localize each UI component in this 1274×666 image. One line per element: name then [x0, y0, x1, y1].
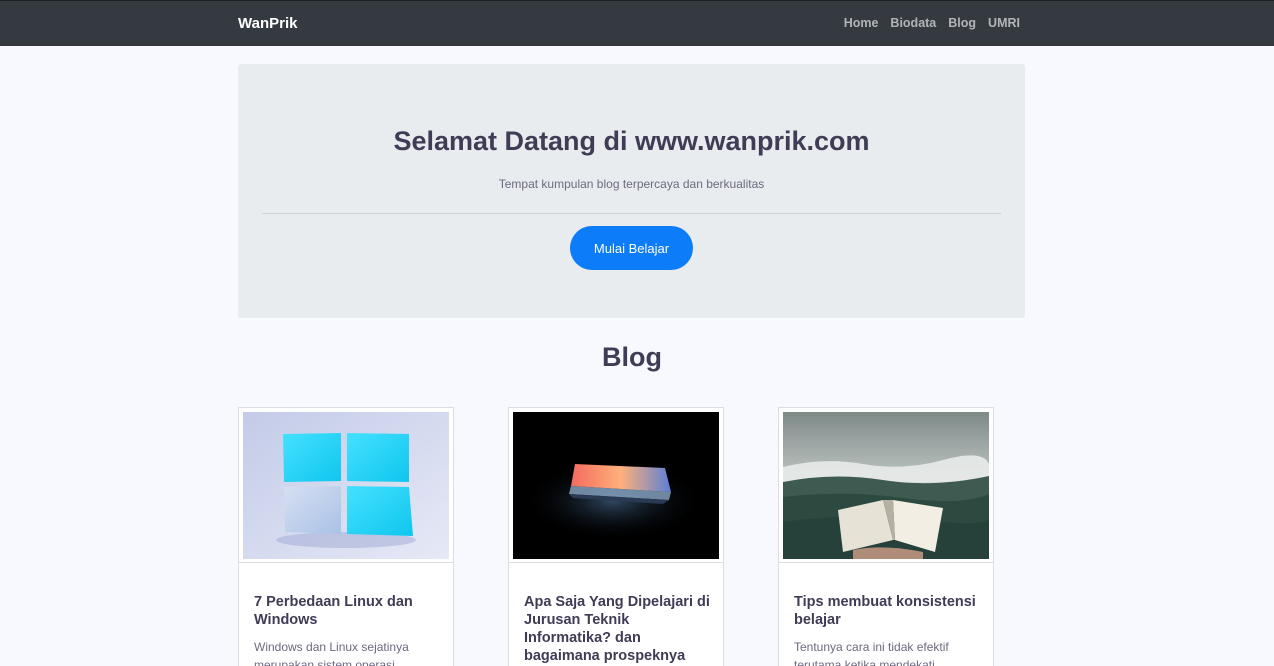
- blog-section-title: Blog: [602, 342, 662, 372]
- hero-subtitle: Tempat kumpulan blog terpercaya dan berk…: [498, 177, 765, 191]
- nav-link-biodata[interactable]: Biodata: [890, 16, 936, 30]
- card-title[interactable]: Apa Saja Yang Dipelajari di Jurusan Tekn…: [524, 593, 712, 665]
- card-separator: [509, 562, 723, 563]
- hero-divider: [262, 213, 1001, 214]
- start-learning-button[interactable]: Mulai Belajar: [570, 226, 693, 270]
- laptop-dark-image[interactable]: [513, 412, 719, 559]
- navbar-brand[interactable]: WanPrik: [238, 15, 297, 32]
- nav-link-blog[interactable]: Blog: [948, 16, 976, 30]
- hero-title: Selamat Datang di www.wanprik.com: [393, 126, 870, 156]
- windows-logo-image-svg: [243, 412, 449, 559]
- blog-card[interactable]: Tips membuat konsistensi belajar Tentuny…: [778, 407, 994, 666]
- nav-link-umri[interactable]: UMRI: [988, 16, 1020, 30]
- card-title[interactable]: Tips membuat konsistensi belajar: [794, 593, 982, 629]
- navbar: WanPrik Home Biodata Blog UMRI: [0, 0, 1274, 46]
- blog-card[interactable]: 7 Perbedaan Linux dan Windows Windows da…: [238, 407, 454, 666]
- card-separator: [239, 562, 453, 563]
- card-separator: [779, 562, 993, 563]
- nav-link-home[interactable]: Home: [844, 16, 879, 30]
- card-excerpt: Tentunya cara ini tidak efektif terutama…: [794, 640, 949, 666]
- card-excerpt: Windows dan Linux sejatinya merupakan si…: [254, 640, 409, 666]
- open-book-landscape-image[interactable]: [783, 412, 989, 559]
- blog-card[interactable]: Apa Saja Yang Dipelajari di Jurusan Tekn…: [508, 407, 724, 666]
- open-book-landscape-image-svg: [783, 412, 989, 559]
- hero-jumbotron: Selamat Datang di www.wanprik.com Tempat…: [238, 64, 1025, 318]
- laptop-dark-image-svg: [513, 412, 719, 559]
- windows-logo-image[interactable]: [243, 412, 449, 559]
- nav-links: Home Biodata Blog UMRI: [844, 16, 1020, 30]
- card-title[interactable]: 7 Perbedaan Linux dan Windows: [254, 593, 442, 629]
